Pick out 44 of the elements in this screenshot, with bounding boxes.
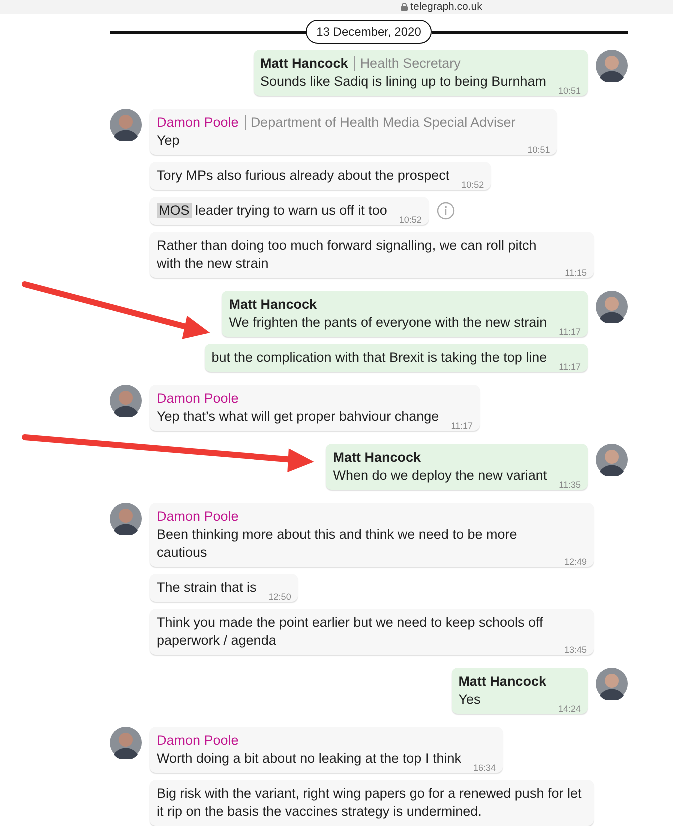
sender-name: Matt Hancock — [458, 674, 546, 689]
message-text: Rather than doing too much forward signalling, we can roll pitch with the new strain — [157, 237, 538, 273]
message-text: Yep — [157, 132, 181, 150]
sender-name: Matt Hancock — [333, 450, 422, 465]
timestamp: 16:34 — [473, 763, 496, 773]
sender-role: Department of Health Media Special Adviser — [244, 115, 516, 130]
highlighted-word: MOS — [157, 203, 192, 218]
message-text: When do we deploy the new variant — [333, 467, 548, 485]
date-divider: 13 December, 2020 — [306, 20, 432, 44]
timestamp: 11:35 — [559, 480, 581, 490]
sender-name: Damon Poole — [157, 509, 239, 524]
timestamp: 11:17 — [451, 421, 474, 431]
timestamp: 11:15 — [565, 268, 587, 278]
sender-name: Damon Poole — [157, 115, 239, 130]
timestamp: 10:52 — [462, 180, 484, 190]
timestamp: 10:51 — [528, 145, 550, 155]
sender-name: Matt Hancock — [260, 56, 348, 71]
timestamp: 10:52 — [399, 215, 422, 225]
timestamp: 13:45 — [564, 645, 587, 655]
sender-name: Damon Poole — [157, 391, 239, 406]
timestamp: 11:17 — [559, 362, 581, 372]
message-text: but the complication with that Brexit is taking the top line — [212, 349, 548, 367]
message-text: Tory MPs also furious already about the prospect — [157, 167, 450, 185]
message-text: Big risk with the variant, right wing papers go for a renewed push for let it rip on the basis the vaccines strategy is undermined. — [157, 785, 583, 821]
message-text: Think you made the point earlier but we need to keep schools off paperwork / agenda — [157, 614, 544, 650]
lock-icon — [400, 3, 408, 11]
message-text: Sounds like Sadiq is lining up to being Burnham — [260, 73, 546, 91]
message-text: Yep that’s what will get proper bahviour change — [157, 408, 440, 426]
sender-role: Health Secretary — [354, 56, 461, 71]
info-icon[interactable] — [436, 202, 455, 220]
timestamp: 12:50 — [268, 592, 292, 602]
sender-name: Damon Poole — [157, 733, 239, 748]
message-text: The strain that is — [157, 579, 257, 597]
timestamp: 11:17 — [559, 327, 581, 337]
message-text: leader trying to warn us off it too — [196, 203, 388, 218]
url-text[interactable]: telegraph.co.uk — [410, 1, 482, 13]
sender-name: Matt Hancock — [229, 297, 317, 312]
timestamp: 10:51 — [558, 86, 581, 96]
message-text: We frighten the pants of everyone with the new strain — [229, 314, 548, 332]
timestamp: 14:24 — [558, 704, 581, 714]
message-text: Yes — [458, 691, 482, 709]
timestamp: 12:49 — [564, 557, 587, 567]
message-text: Been thinking more about this and think we need to be more cautious — [157, 526, 518, 562]
message-text: Worth doing a bit about no leaking at the top I think — [157, 750, 462, 768]
